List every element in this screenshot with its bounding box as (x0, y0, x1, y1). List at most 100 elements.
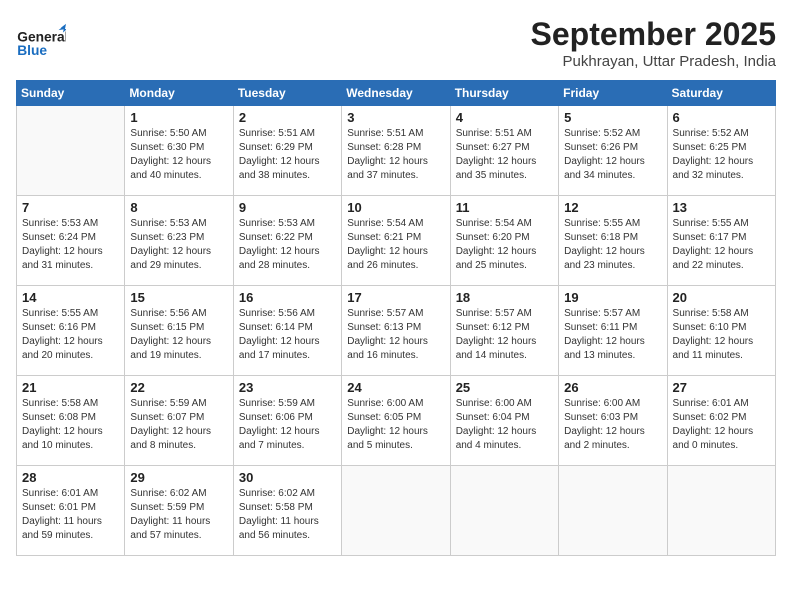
day-info: Sunrise: 5:57 AM Sunset: 6:12 PM Dayligh… (456, 307, 553, 363)
day-number: 9 (239, 200, 336, 215)
calendar-cell: 22 Sunrise: 5:59 AM Sunset: 6:07 PM Dayli… (125, 376, 233, 466)
calendar-table: SundayMondayTuesdayWednesdayThursdayFrid… (16, 80, 776, 556)
day-number: 22 (130, 380, 227, 395)
day-number: 11 (456, 200, 553, 215)
day-info: Sunrise: 5:51 AM Sunset: 6:27 PM Dayligh… (456, 127, 553, 183)
calendar-cell: 15Sunrise: 5:56 AM Sunset: 6:15 PM Dayli… (125, 286, 233, 376)
day-number: 19 (564, 290, 661, 305)
day-number: 25 (456, 380, 553, 395)
day-number: 2 (239, 110, 336, 125)
day-number: 28 (22, 470, 119, 485)
calendar-cell: 16Sunrise: 5:56 AM Sunset: 6:14 PM Dayli… (233, 286, 341, 376)
week-row-2: 7 Sunrise: 5:53 AM Sunset: 6:24 PM Daylig… (17, 196, 776, 286)
day-header-tuesday: Tuesday (233, 81, 341, 106)
day-number: 6 (673, 110, 770, 125)
calendar-cell: 6 Sunrise: 5:52 AM Sunset: 6:25 PM Daylig… (667, 106, 775, 196)
calendar-cell: 29 Sunrise: 6:02 AM Sunset: 5:59 PM Dayli… (125, 466, 233, 556)
day-info: Sunrise: 6:02 AM Sunset: 5:59 PM Dayligh… (130, 487, 227, 543)
svg-text:Blue: Blue (17, 43, 47, 58)
day-number: 23 (239, 380, 336, 395)
day-info: Sunrise: 5:55 AM Sunset: 6:16 PM Dayligh… (22, 307, 119, 363)
calendar-cell: 21Sunrise: 5:58 AM Sunset: 6:08 PM Dayli… (17, 376, 125, 466)
day-info: Sunrise: 5:59 AM Sunset: 6:06 PM Dayligh… (239, 397, 336, 453)
calendar-cell (559, 466, 667, 556)
day-info: Sunrise: 5:51 AM Sunset: 6:28 PM Dayligh… (347, 127, 444, 183)
day-header-wednesday: Wednesday (342, 81, 450, 106)
calendar-cell: 28 Sunrise: 6:01 AM Sunset: 6:01 PM Dayli… (17, 466, 125, 556)
calendar-cell: 1 Sunrise: 5:50 AM Sunset: 6:30 PM Daylig… (125, 106, 233, 196)
day-number: 20 (673, 290, 770, 305)
calendar-cell: 4 Sunrise: 5:51 AM Sunset: 6:27 PM Daylig… (450, 106, 558, 196)
day-number: 30 (239, 470, 336, 485)
day-info: Sunrise: 6:01 AM Sunset: 6:02 PM Dayligh… (673, 397, 770, 453)
day-info: Sunrise: 5:56 AM Sunset: 6:15 PM Dayligh… (130, 307, 227, 363)
day-info: Sunrise: 5:57 AM Sunset: 6:11 PM Dayligh… (564, 307, 661, 363)
calendar-cell (342, 466, 450, 556)
svg-text:General: General (17, 29, 66, 44)
week-row-1: 1 Sunrise: 5:50 AM Sunset: 6:30 PM Daylig… (17, 106, 776, 196)
day-number: 17 (347, 290, 444, 305)
day-info: Sunrise: 6:01 AM Sunset: 6:01 PM Dayligh… (22, 487, 119, 543)
calendar-cell: 11 Sunrise: 5:54 AM Sunset: 6:20 PM Dayli… (450, 196, 558, 286)
calendar-cell: 27 Sunrise: 6:01 AM Sunset: 6:02 PM Dayli… (667, 376, 775, 466)
day-info: Sunrise: 5:54 AM Sunset: 6:21 PM Dayligh… (347, 217, 444, 273)
calendar-cell (17, 106, 125, 196)
calendar-cell: 23 Sunrise: 5:59 AM Sunset: 6:06 PM Dayli… (233, 376, 341, 466)
day-info: Sunrise: 5:53 AM Sunset: 6:22 PM Dayligh… (239, 217, 336, 273)
location-subtitle: Pukhrayan, Uttar Pradesh, India (531, 53, 776, 70)
calendar-cell (450, 466, 558, 556)
day-number: 7 (22, 200, 119, 215)
day-info: Sunrise: 5:51 AM Sunset: 6:29 PM Dayligh… (239, 127, 336, 183)
day-info: Sunrise: 5:55 AM Sunset: 6:17 PM Dayligh… (673, 217, 770, 273)
day-number: 12 (564, 200, 661, 215)
week-row-3: 14 Sunrise: 5:55 AM Sunset: 6:16 PM Dayli… (17, 286, 776, 376)
calendar-cell: 24Sunrise: 6:00 AM Sunset: 6:05 PM Dayli… (342, 376, 450, 466)
day-info: Sunrise: 5:53 AM Sunset: 6:24 PM Dayligh… (22, 217, 119, 273)
day-number: 21 (22, 380, 119, 395)
day-info: Sunrise: 5:52 AM Sunset: 6:25 PM Dayligh… (673, 127, 770, 183)
calendar-body: 1 Sunrise: 5:50 AM Sunset: 6:30 PM Daylig… (17, 106, 776, 556)
day-number: 4 (456, 110, 553, 125)
calendar-cell: 25Sunrise: 6:00 AM Sunset: 6:04 PM Dayli… (450, 376, 558, 466)
calendar-cell: 9 Sunrise: 5:53 AM Sunset: 6:22 PM Daylig… (233, 196, 341, 286)
page-header: General Blue September 2025 Pukhrayan, U… (16, 16, 776, 70)
calendar-cell: 2 Sunrise: 5:51 AM Sunset: 6:29 PM Daylig… (233, 106, 341, 196)
calendar-cell: 10 Sunrise: 5:54 AM Sunset: 6:21 PM Dayli… (342, 196, 450, 286)
day-number: 13 (673, 200, 770, 215)
day-info: Sunrise: 5:58 AM Sunset: 6:10 PM Dayligh… (673, 307, 770, 363)
day-info: Sunrise: 5:53 AM Sunset: 6:23 PM Dayligh… (130, 217, 227, 273)
calendar-cell (667, 466, 775, 556)
calendar-cell: 3 Sunrise: 5:51 AM Sunset: 6:28 PM Daylig… (342, 106, 450, 196)
day-header-monday: Monday (125, 81, 233, 106)
day-number: 1 (130, 110, 227, 125)
day-number: 29 (130, 470, 227, 485)
day-info: Sunrise: 5:52 AM Sunset: 6:26 PM Dayligh… (564, 127, 661, 183)
day-info: Sunrise: 6:00 AM Sunset: 6:03 PM Dayligh… (564, 397, 661, 453)
calendar-cell: 30Sunrise: 6:02 AM Sunset: 5:58 PM Dayli… (233, 466, 341, 556)
day-number: 14 (22, 290, 119, 305)
day-header-thursday: Thursday (450, 81, 558, 106)
calendar-cell: 26 Sunrise: 6:00 AM Sunset: 6:03 PM Dayli… (559, 376, 667, 466)
day-number: 3 (347, 110, 444, 125)
day-info: Sunrise: 5:54 AM Sunset: 6:20 PM Dayligh… (456, 217, 553, 273)
day-number: 26 (564, 380, 661, 395)
week-row-4: 21Sunrise: 5:58 AM Sunset: 6:08 PM Dayli… (17, 376, 776, 466)
day-info: Sunrise: 5:55 AM Sunset: 6:18 PM Dayligh… (564, 217, 661, 273)
day-info: Sunrise: 5:59 AM Sunset: 6:07 PM Dayligh… (130, 397, 227, 453)
calendar-cell: 5Sunrise: 5:52 AM Sunset: 6:26 PM Daylig… (559, 106, 667, 196)
day-header-sunday: Sunday (17, 81, 125, 106)
day-number: 10 (347, 200, 444, 215)
calendar-cell: 18Sunrise: 5:57 AM Sunset: 6:12 PM Dayli… (450, 286, 558, 376)
day-info: Sunrise: 5:50 AM Sunset: 6:30 PM Dayligh… (130, 127, 227, 183)
logo-icon: General Blue (16, 16, 66, 66)
day-info: Sunrise: 6:00 AM Sunset: 6:05 PM Dayligh… (347, 397, 444, 453)
day-header-friday: Friday (559, 81, 667, 106)
calendar-header-row: SundayMondayTuesdayWednesdayThursdayFrid… (17, 81, 776, 106)
day-number: 8 (130, 200, 227, 215)
calendar-cell: 7 Sunrise: 5:53 AM Sunset: 6:24 PM Daylig… (17, 196, 125, 286)
week-row-5: 28 Sunrise: 6:01 AM Sunset: 6:01 PM Dayli… (17, 466, 776, 556)
calendar-cell: 14 Sunrise: 5:55 AM Sunset: 6:16 PM Dayli… (17, 286, 125, 376)
calendar-cell: 17Sunrise: 5:57 AM Sunset: 6:13 PM Dayli… (342, 286, 450, 376)
day-number: 27 (673, 380, 770, 395)
day-header-saturday: Saturday (667, 81, 775, 106)
